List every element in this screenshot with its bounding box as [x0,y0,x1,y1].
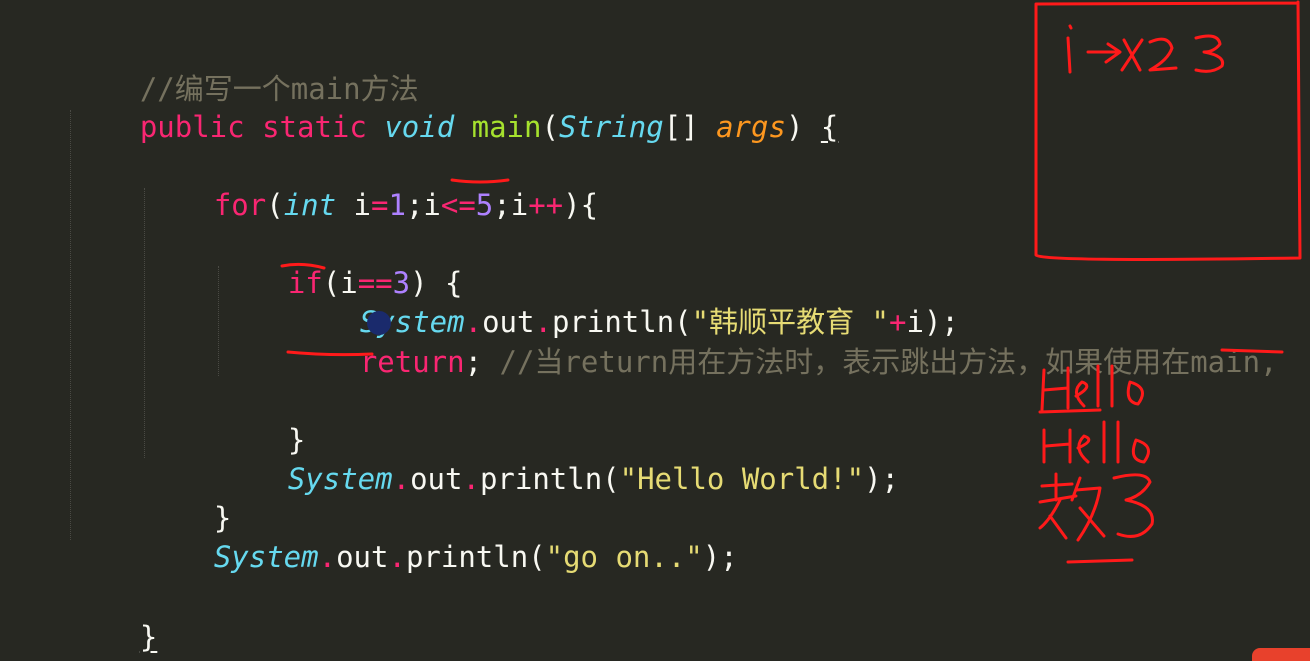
keyword-public: public [139,110,245,144]
dot: . [462,462,480,496]
class-system: System [213,540,319,574]
code-line-if: if(i==3) { [218,226,463,300]
method-name-main: main [471,110,542,144]
code-line-main-close: } [70,580,157,654]
pointer-cursor [367,311,391,335]
field-out: out [410,462,463,496]
number-literal: 1 [388,188,406,222]
code-line-comment: //编写一个main方法 [70,32,419,106]
method-println: println( [479,462,620,496]
var-i: i [336,188,372,222]
code-line-class-close: } [0,618,87,661]
paren-close: ) [785,110,821,144]
for-separator: ;i [405,188,441,222]
statement-end: ; [464,345,500,379]
code-line-main-signature: public static void main(String[] args) { [70,70,838,144]
keyword-return: return [359,345,465,379]
string-literal: "Hello World!" [619,462,865,496]
memory-box [1034,0,1302,261]
keyword-for: for [213,188,267,222]
method-println: println( [405,540,546,574]
string-literal: "go on.." [545,540,703,574]
number-literal: 5 [475,188,494,222]
keyword-static: static [262,110,367,144]
for-separator: ; [493,188,511,222]
statement-end: ); [702,540,738,574]
field-out: out [336,540,389,574]
class-system: System [287,462,393,496]
code-line-println-3: System.out.println("go on.."); [144,500,738,574]
code-editor[interactable]: //编写一个main方法 public static void main(Str… [0,0,1310,661]
code-line-println-2: System.out.println("Hello World!"); [218,422,899,496]
note-hello-underline [1038,408,1102,414]
array-brackets: [] [663,110,717,144]
annotation-arrow [1086,42,1122,64]
type-string: String [558,110,664,144]
code-line-for-close: } [144,461,231,535]
code-line-for: for(int i=1;i<=5;i++){ [144,148,598,222]
statement-end: ); [864,462,899,496]
keyword-void: void [384,110,455,144]
annotation-3 [1194,34,1225,73]
dot: . [392,462,411,496]
annotation-2 [1148,37,1178,72]
paren-open: ( [266,188,284,222]
param-args: args [716,110,786,144]
paren-open: ( [541,110,559,144]
operator-le: <= [440,188,476,222]
dot: . [388,540,406,574]
var-i: i [510,188,529,222]
open-brace: { [820,110,839,144]
code-line-println-1: System.out.println("韩顺平教育 "+i); [290,265,959,339]
code-line-return: return; //当return用在方法时，表示跳出方法，如果使用在main, [290,305,1278,379]
operator-increment: ++ [528,188,564,222]
annotation-x [1120,38,1144,72]
code-line-if-close: } [218,383,305,457]
note-three [1112,473,1154,538]
note-jiao [1038,472,1106,542]
close-brace: } [139,620,158,654]
annotation-i [1066,24,1073,74]
corner-badge [1252,648,1310,661]
keyword-int: int [283,188,337,222]
note-hello-2 [1042,420,1150,464]
comment-return: //当return用在方法时，表示跳出方法，如果使用在main, [499,345,1278,379]
dot: . [318,540,337,574]
operator-assign: = [371,188,389,222]
note-bottom-underline [1066,558,1134,564]
paren-close-brace: ){ [563,188,599,222]
